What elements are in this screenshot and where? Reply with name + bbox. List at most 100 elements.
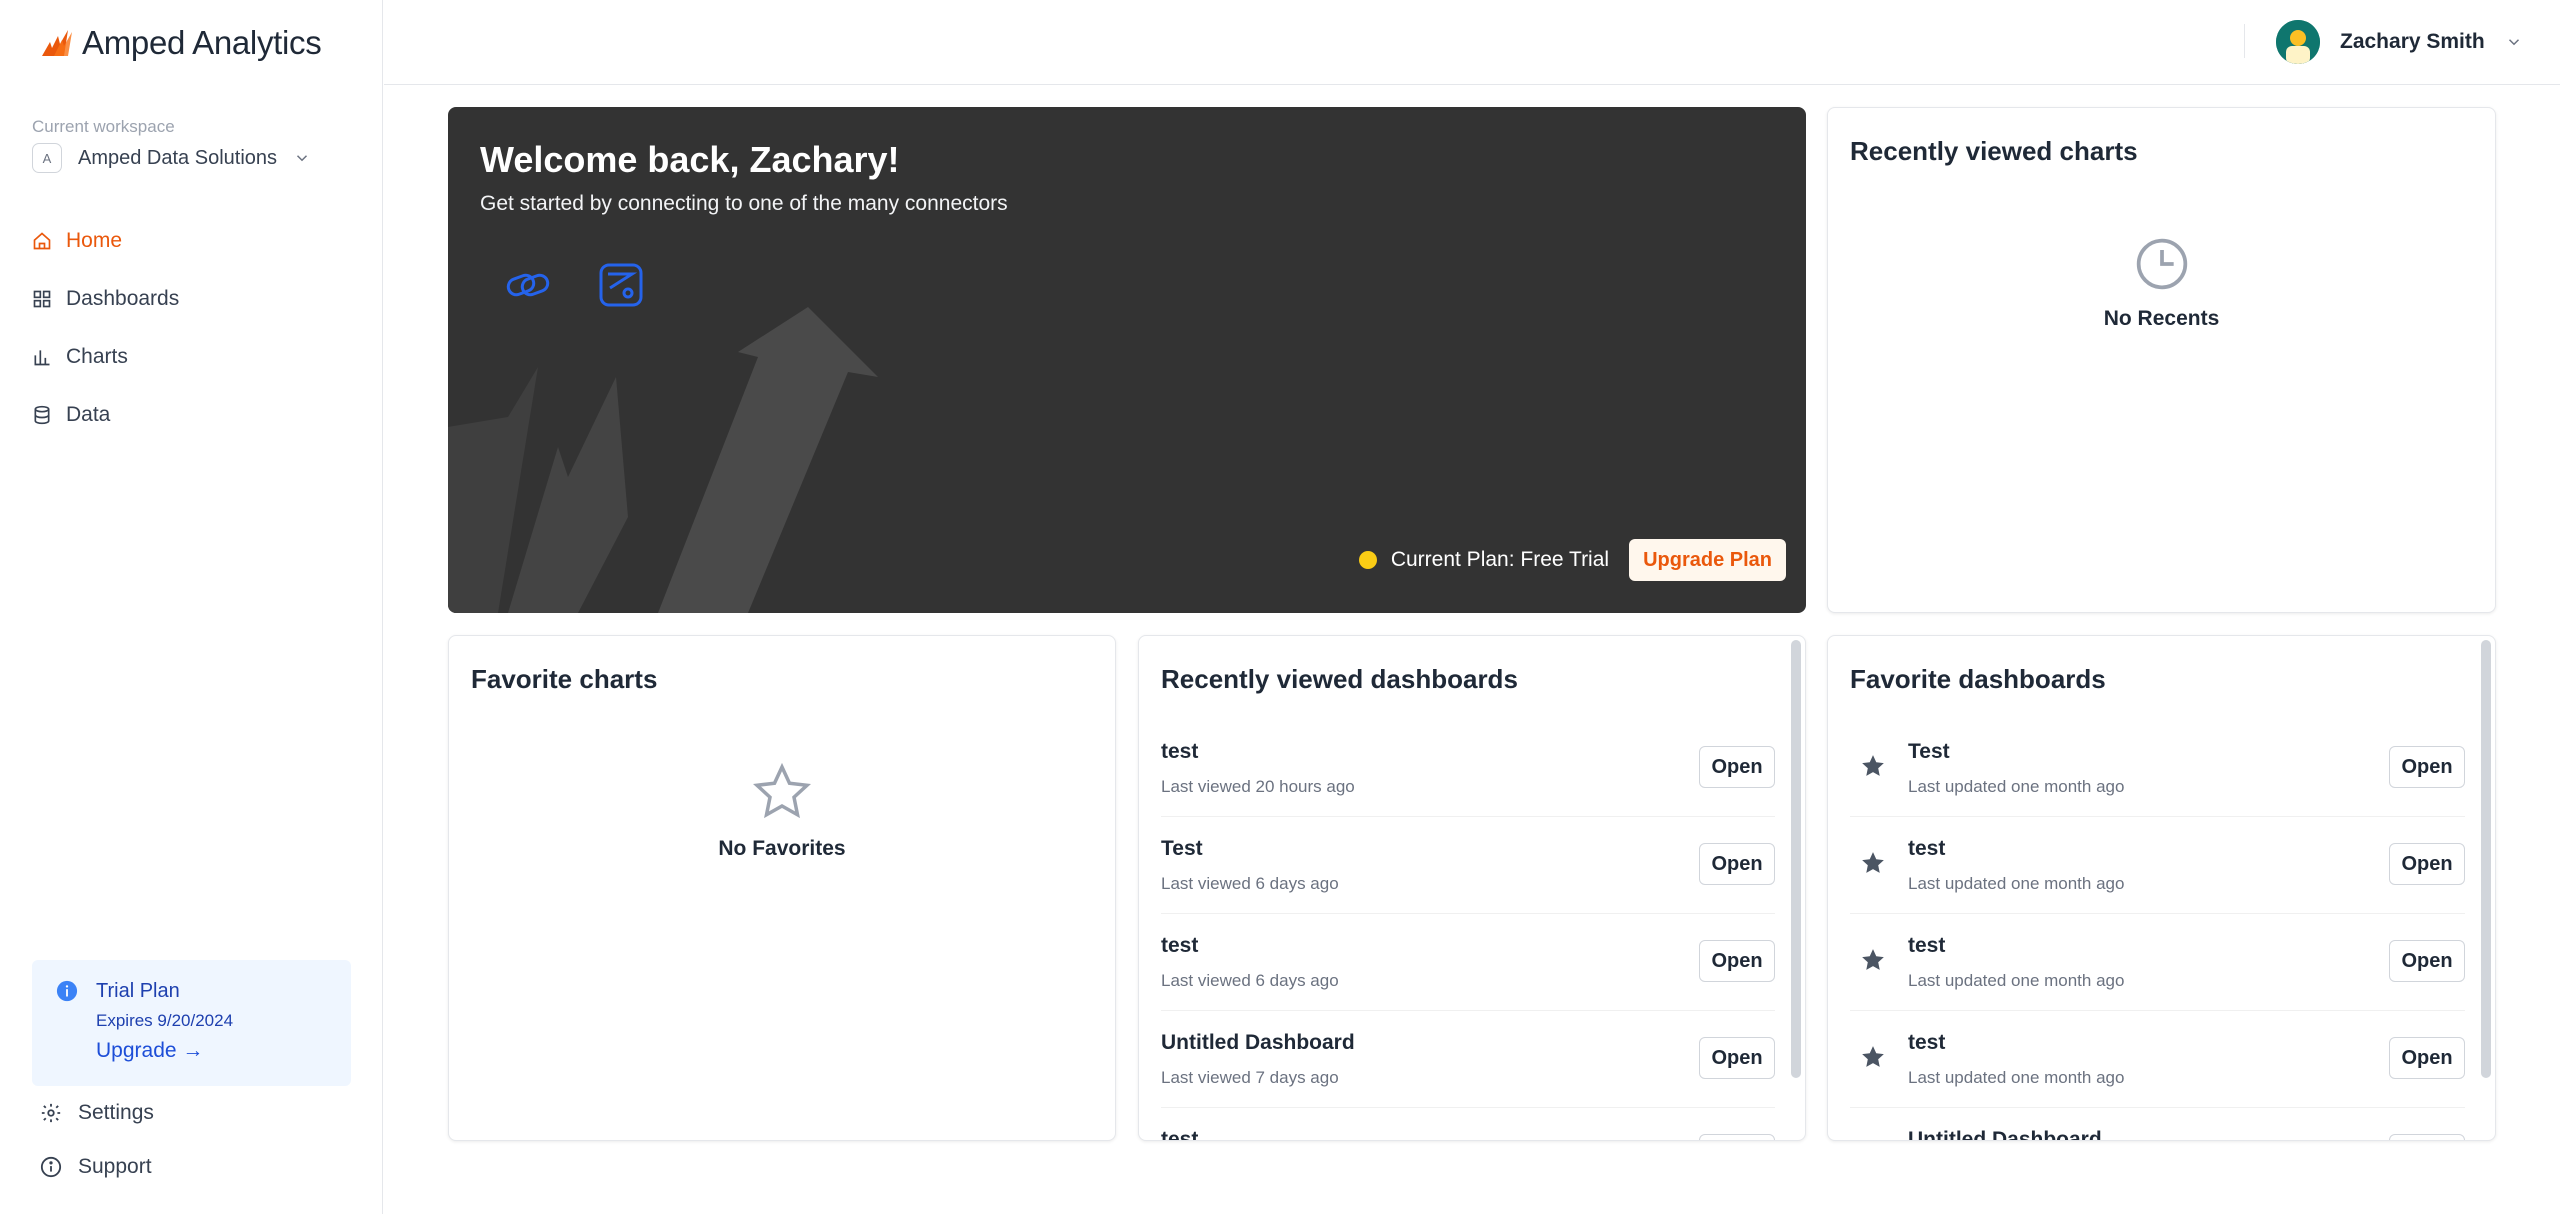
star-filled-icon[interactable] (1860, 850, 1886, 876)
open-button[interactable]: Open (2389, 1037, 2465, 1079)
favorite-charts-card: Favorite charts No Favorites (448, 635, 1116, 1141)
amped-logo-icon (42, 30, 72, 56)
dashboard-name[interactable]: test (1908, 1031, 1945, 1055)
nav-item-settings[interactable]: Settings (40, 1098, 340, 1128)
settings-label: Settings (78, 1101, 154, 1124)
dashboard-name[interactable]: Untitled Dashboard (1908, 1128, 2102, 1140)
top-header: Zachary Smith (384, 0, 2560, 85)
upgrade-plan-button[interactable]: Upgrade Plan (1629, 539, 1786, 581)
clock-icon (2136, 238, 2187, 290)
trial-upgrade-link[interactable]: Upgrade → (96, 1039, 203, 1063)
no-recents-text: No Recents (2103, 307, 2220, 330)
gear-icon (41, 1103, 61, 1123)
favorite-dashboards-title: Favorite dashboards (1850, 664, 2106, 694)
favorite-dashboards-list: Test Last updated one month ago Open tes… (1850, 720, 2465, 1140)
favorite-charts-empty: No Favorites (449, 762, 1115, 861)
connector-box[interactable] (593, 257, 649, 313)
open-button[interactable]: Open (1699, 1134, 1775, 1140)
link-chain-icon (506, 273, 550, 297)
dashboard-last-updated: Last updated one month ago (1908, 971, 2125, 990)
dashboard-name[interactable]: Untitled Dashboard (1161, 1031, 1355, 1055)
list-item: Untitled Dashboard Open (1850, 1108, 2465, 1140)
favorite-charts-title: Favorite charts (471, 664, 658, 694)
welcome-banner: Welcome back, Zachary! Get started by co… (448, 107, 1806, 613)
grid-icon (33, 290, 51, 308)
star-outline-icon (753, 762, 811, 819)
dashboard-last-updated: Last updated one month ago (1908, 777, 2125, 796)
nav-label-charts: Charts (66, 345, 128, 368)
list-item: Untitled Dashboard Last viewed 7 days ag… (1161, 1011, 1775, 1108)
app-logo[interactable]: Amped Analytics (40, 24, 322, 62)
main-nav: Home Dashboards Charts Data (32, 212, 352, 444)
plan-row: Current Plan: Free Trial Upgrade Plan (1358, 539, 1786, 581)
open-button[interactable]: Open (2389, 746, 2465, 788)
workspace-selector[interactable]: A Amped Data Solutions (32, 143, 311, 173)
nav-item-data[interactable]: Data (32, 386, 352, 444)
star-filled-icon[interactable] (1860, 753, 1886, 779)
dashboard-name[interactable]: Test (1908, 740, 1950, 764)
list-item: test Last updated one month ago Open (1850, 1011, 2465, 1108)
connector-app-icon (599, 263, 643, 307)
recent-charts-empty: No Recents (1828, 236, 2495, 331)
support-info-icon (40, 1156, 62, 1178)
trial-plan-title: Trial Plan (96, 980, 180, 1002)
current-plan-text: Current Plan: Free Trial (1390, 548, 1610, 571)
welcome-title: Welcome back, Zachary! (480, 139, 900, 180)
recent-dashboards-title: Recently viewed dashboards (1161, 664, 1518, 694)
nav-item-charts[interactable]: Charts (32, 328, 352, 386)
trial-plan-panel: Trial Plan Expires 9/20/2024 Upgrade → (32, 960, 351, 1086)
nav-item-dashboards[interactable]: Dashboards (32, 270, 352, 328)
no-favorites-text: No Favorites (718, 837, 846, 860)
dashboard-name[interactable]: Test (1161, 837, 1203, 861)
list-item: test Last updated one month ago Open (1850, 817, 2465, 914)
dashboard-name[interactable]: test (1161, 1128, 1198, 1140)
dashboard-name[interactable]: test (1908, 934, 1945, 958)
star-filled-icon[interactable] (1860, 1044, 1886, 1070)
support-label: Support (78, 1155, 152, 1178)
recent-dashboards-list: test Last viewed 20 hours ago Open Test … (1161, 720, 1775, 1140)
scrollbar[interactable] (2481, 640, 2491, 1078)
scrollbar[interactable] (1791, 640, 1801, 1078)
nav-item-support[interactable]: Support (40, 1152, 340, 1182)
bar-chart-icon (34, 350, 50, 366)
open-button[interactable]: Open (1699, 940, 1775, 982)
growth-arrows-illustration (448, 307, 878, 613)
recent-charts-title: Recently viewed charts (1850, 136, 2138, 166)
workspace-label: Current workspace (32, 117, 175, 136)
dashboard-name[interactable]: test (1908, 837, 1945, 861)
sidebar: Amped Analytics Current workspace A Ampe… (0, 0, 383, 1214)
list-item: Test Last updated one month ago Open (1850, 720, 2465, 817)
recent-dashboards-card: Recently viewed dashboards test Last vie… (1138, 635, 1806, 1141)
list-item: test Last viewed 6 days ago Open (1161, 914, 1775, 1011)
nav-label-dashboards: Dashboards (66, 287, 180, 310)
nav-label-data: Data (66, 403, 111, 426)
list-item: test Open (1161, 1108, 1775, 1140)
open-button[interactable]: Open (2389, 940, 2465, 982)
user-menu[interactable]: Zachary Smith (2276, 20, 2523, 64)
welcome-subtitle: Get started by connecting to one of the … (480, 192, 1008, 215)
database-icon (34, 405, 50, 425)
star-filled-icon[interactable] (1860, 947, 1886, 973)
dashboard-last-viewed: Last viewed 6 days ago (1161, 971, 1339, 990)
dashboard-name[interactable]: test (1161, 740, 1198, 764)
list-item: test Last updated one month ago Open (1850, 914, 2465, 1011)
open-button[interactable]: Open (1699, 1037, 1775, 1079)
open-button[interactable]: Open (2389, 1134, 2465, 1140)
open-button[interactable]: Open (2389, 843, 2465, 885)
dashboard-last-updated: Last updated one month ago (1908, 1068, 2125, 1087)
home-icon (33, 232, 51, 250)
user-name: Zachary Smith (2340, 30, 2485, 53)
open-button[interactable]: Open (1699, 746, 1775, 788)
chevron-down-icon (296, 155, 308, 162)
list-item: test Last viewed 20 hours ago Open (1161, 720, 1775, 817)
dashboard-last-updated: Last updated one month ago (1908, 874, 2125, 893)
header-divider (2244, 24, 2245, 58)
workspace-avatar: A (32, 143, 62, 173)
info-icon (56, 980, 78, 1002)
avatar (2276, 20, 2320, 64)
connector-zoho[interactable] (500, 257, 556, 313)
dashboard-name[interactable]: test (1161, 934, 1198, 958)
nav-item-home[interactable]: Home (32, 212, 352, 270)
open-button[interactable]: Open (1699, 843, 1775, 885)
chevron-down-icon (2508, 39, 2519, 46)
